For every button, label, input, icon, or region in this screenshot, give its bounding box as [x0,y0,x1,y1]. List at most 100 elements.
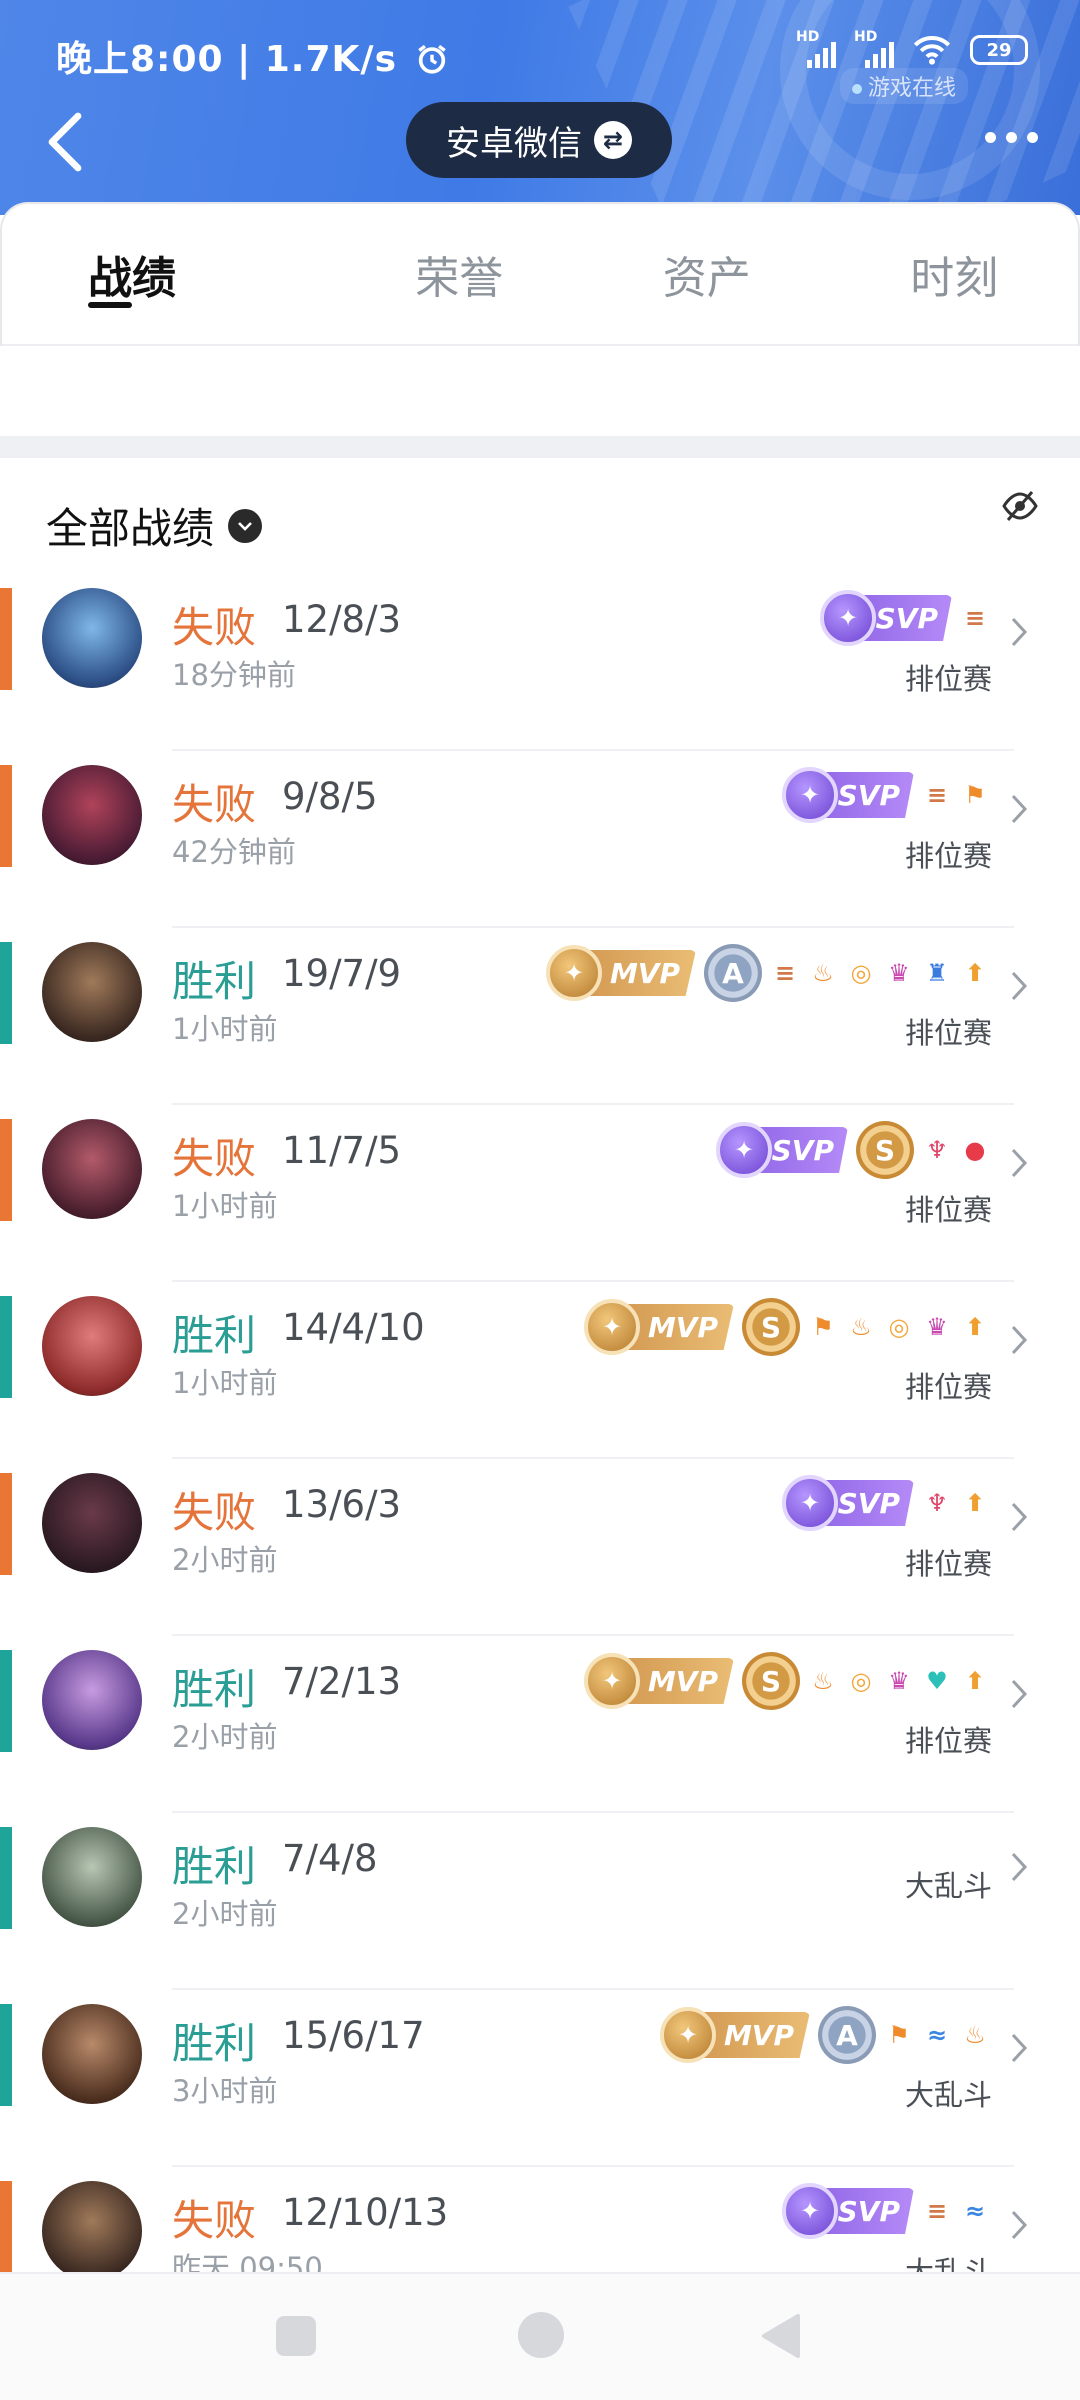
svp-badge: ✦ SVP [782,2183,914,2239]
chevron-right-icon [1011,1502,1028,1532]
match-time: 1小时前 [172,1366,278,1400]
match-row[interactable]: 失败 9/8/5 42分钟前 ✦ SVP ≡ ⚑ 排位赛 [0,751,1080,928]
match-badges: ✦ MVP S ⚑ ♨ ◎ ♛ ⬆ [584,1298,990,1356]
mvp-medal-icon: ✦ [584,1653,640,1709]
tab-honor[interactable]: 荣誉 [336,204,584,344]
outcome-indicator-bar [0,2181,12,2283]
match-result: 失败 [172,1488,257,1537]
match-badges: ✦ SVP ≡ ≈ [782,2183,990,2239]
recent-apps-button[interactable] [276,2316,316,2356]
tab-moments[interactable]: 时刻 [831,204,1079,344]
match-mode: 排位赛 [904,839,992,873]
match-result: 胜利 [172,1842,257,1891]
gold-up-icon: ⬆ [964,1667,986,1695]
grade-a-badge: A [818,2006,876,2064]
demon-icon: ♛ [888,959,910,987]
record-filter-dropdown[interactable]: 全部战绩 [46,495,263,556]
grade-a-badge: A [704,944,762,1002]
mvp-badge: ✦ MVP [546,945,696,1001]
match-mode: 排位赛 [904,1724,992,1758]
mvp-badge: ✦ MVP [584,1299,734,1355]
home-button[interactable] [518,2312,564,2358]
gold-up-icon: ⬆ [964,1489,986,1517]
grade-s-badge: S [742,1298,800,1356]
match-row[interactable]: 失败 13/6/3 2小时前 ✦ SVP ♆ ⬆ 排位赛 [0,1459,1080,1636]
match-time: 3小时前 [172,2074,278,2108]
match-badges: ✦ SVP S ♆ ● [716,1121,990,1179]
svp-badge: ✦ SVP [782,767,914,823]
match-result: 胜利 [172,1665,257,1714]
hero-avatar [42,942,142,1042]
triple-kill-icon: ≡ [926,781,948,809]
match-time: 2小时前 [172,1720,278,1754]
svp-medal-icon: ✦ [782,767,838,823]
match-mode: 大乱斗 [904,2078,992,2112]
match-result: 胜利 [172,1311,257,1360]
system-back-button[interactable] [758,2312,802,2360]
match-time: 1小时前 [172,1012,278,1046]
match-mode: 排位赛 [904,1016,992,1050]
mvp-medal-icon: ✦ [546,945,602,1001]
match-time: 1小时前 [172,1189,278,1223]
match-row[interactable]: 失败 12/8/3 18分钟前 ✦ SVP ≡ 排位赛 [0,574,1080,751]
match-row[interactable]: 胜利 19/7/9 1小时前 ✦ MVP A ≡ ♨ ◎ ♛ ♜ ⬆ 排位赛 [0,928,1080,1105]
match-badges: ✦ MVP S ♨ ◎ ♛ ♥ ⬆ [584,1652,990,1710]
tab-record[interactable]: 战绩 [2,204,336,344]
match-result: 失败 [172,603,257,652]
status-icons: HD HD 29 [796,30,1028,70]
triple-kill-icon: ≡ [926,2197,948,2225]
chevron-right-icon [1011,2033,1028,2063]
mvp-badge: ✦ MVP [660,2007,810,2063]
svp-medal-icon: ✦ [820,590,876,646]
match-row[interactable]: 胜利 7/2/13 2小时前 ✦ MVP S ♨ ◎ ♛ ♥ ⬆ 排位赛 [0,1636,1080,1813]
match-kda: 12/10/13 [282,2191,449,2234]
triple-kill-icon: ≡ [964,604,986,632]
outcome-indicator-bar [0,1473,12,1575]
back-arrow-icon[interactable] [38,110,98,174]
cellular-signal-icon: HD [796,30,836,70]
triple-kill-icon: ≡ [774,959,796,987]
hero-avatar [42,588,142,688]
outcome-indicator-bar [0,765,12,867]
match-kda: 11/7/5 [282,1129,402,1172]
cellular-signal-icon-2: HD [854,30,894,70]
mvp-medal-icon: ✦ [584,1299,640,1355]
account-switch-button[interactable]: 安卓微信 ⇄ [406,102,672,178]
match-mode: 排位赛 [904,662,992,696]
outcome-indicator-bar [0,1296,12,1398]
match-badges: ✦ SVP ≡ ⚑ [782,767,990,823]
match-kda: 14/4/10 [282,1306,425,1349]
active-tab-indicator [88,302,132,308]
battery-indicator: 29 [970,35,1028,65]
blood-icon: ● [964,1136,986,1164]
match-row[interactable]: 胜利 15/6/17 3小时前 ✦ MVP A ⚑ ≈ ♨ 大乱斗 [0,1990,1080,2167]
outcome-indicator-bar [0,942,12,1044]
match-time: 2小时前 [172,1897,278,1931]
match-kda: 19/7/9 [282,952,402,995]
chevron-down-icon [228,508,263,543]
match-kda: 13/6/3 [282,1483,402,1526]
match-result: 失败 [172,780,257,829]
online-dot-icon [851,84,862,94]
match-row[interactable]: 胜利 7/4/8 2小时前 大乱斗 [0,1813,1080,1990]
match-row[interactable]: 胜利 14/4/10 1小时前 ✦ MVP S ⚑ ♨ ◎ ♛ ⬆ 排位赛 [0,1282,1080,1459]
chevron-right-icon [1011,2210,1028,2240]
demon-icon: ♛ [926,1313,948,1341]
filter-title: 全部战绩 [46,504,215,553]
flag-icon: ⚑ [964,781,986,809]
match-kda: 12/8/3 [282,598,402,641]
svp-badge: ✦ SVP [782,1475,914,1531]
match-row[interactable]: 失败 11/7/5 1小时前 ✦ SVP S ♆ ● 排位赛 [0,1105,1080,1282]
tab-assets[interactable]: 资产 [583,204,831,344]
fire-icon: ♨ [812,959,834,987]
hide-eye-icon[interactable] [1000,488,1040,524]
hero-avatar [42,1296,142,1396]
flag-icon: ⚑ [888,2021,910,2049]
chevron-right-icon [1011,794,1028,824]
match-list: 失败 12/8/3 18分钟前 ✦ SVP ≡ 排位赛 失败 9/8/5 42分钟前 ✦ SVP ≡ ⚑ 排… [0,574,1080,2344]
hero-avatar [42,765,142,865]
hero-avatar [42,1119,142,1219]
flag-icon: ⚑ [812,1313,834,1341]
match-mode: 排位赛 [904,1370,992,1404]
more-options-button[interactable] [985,132,1038,143]
